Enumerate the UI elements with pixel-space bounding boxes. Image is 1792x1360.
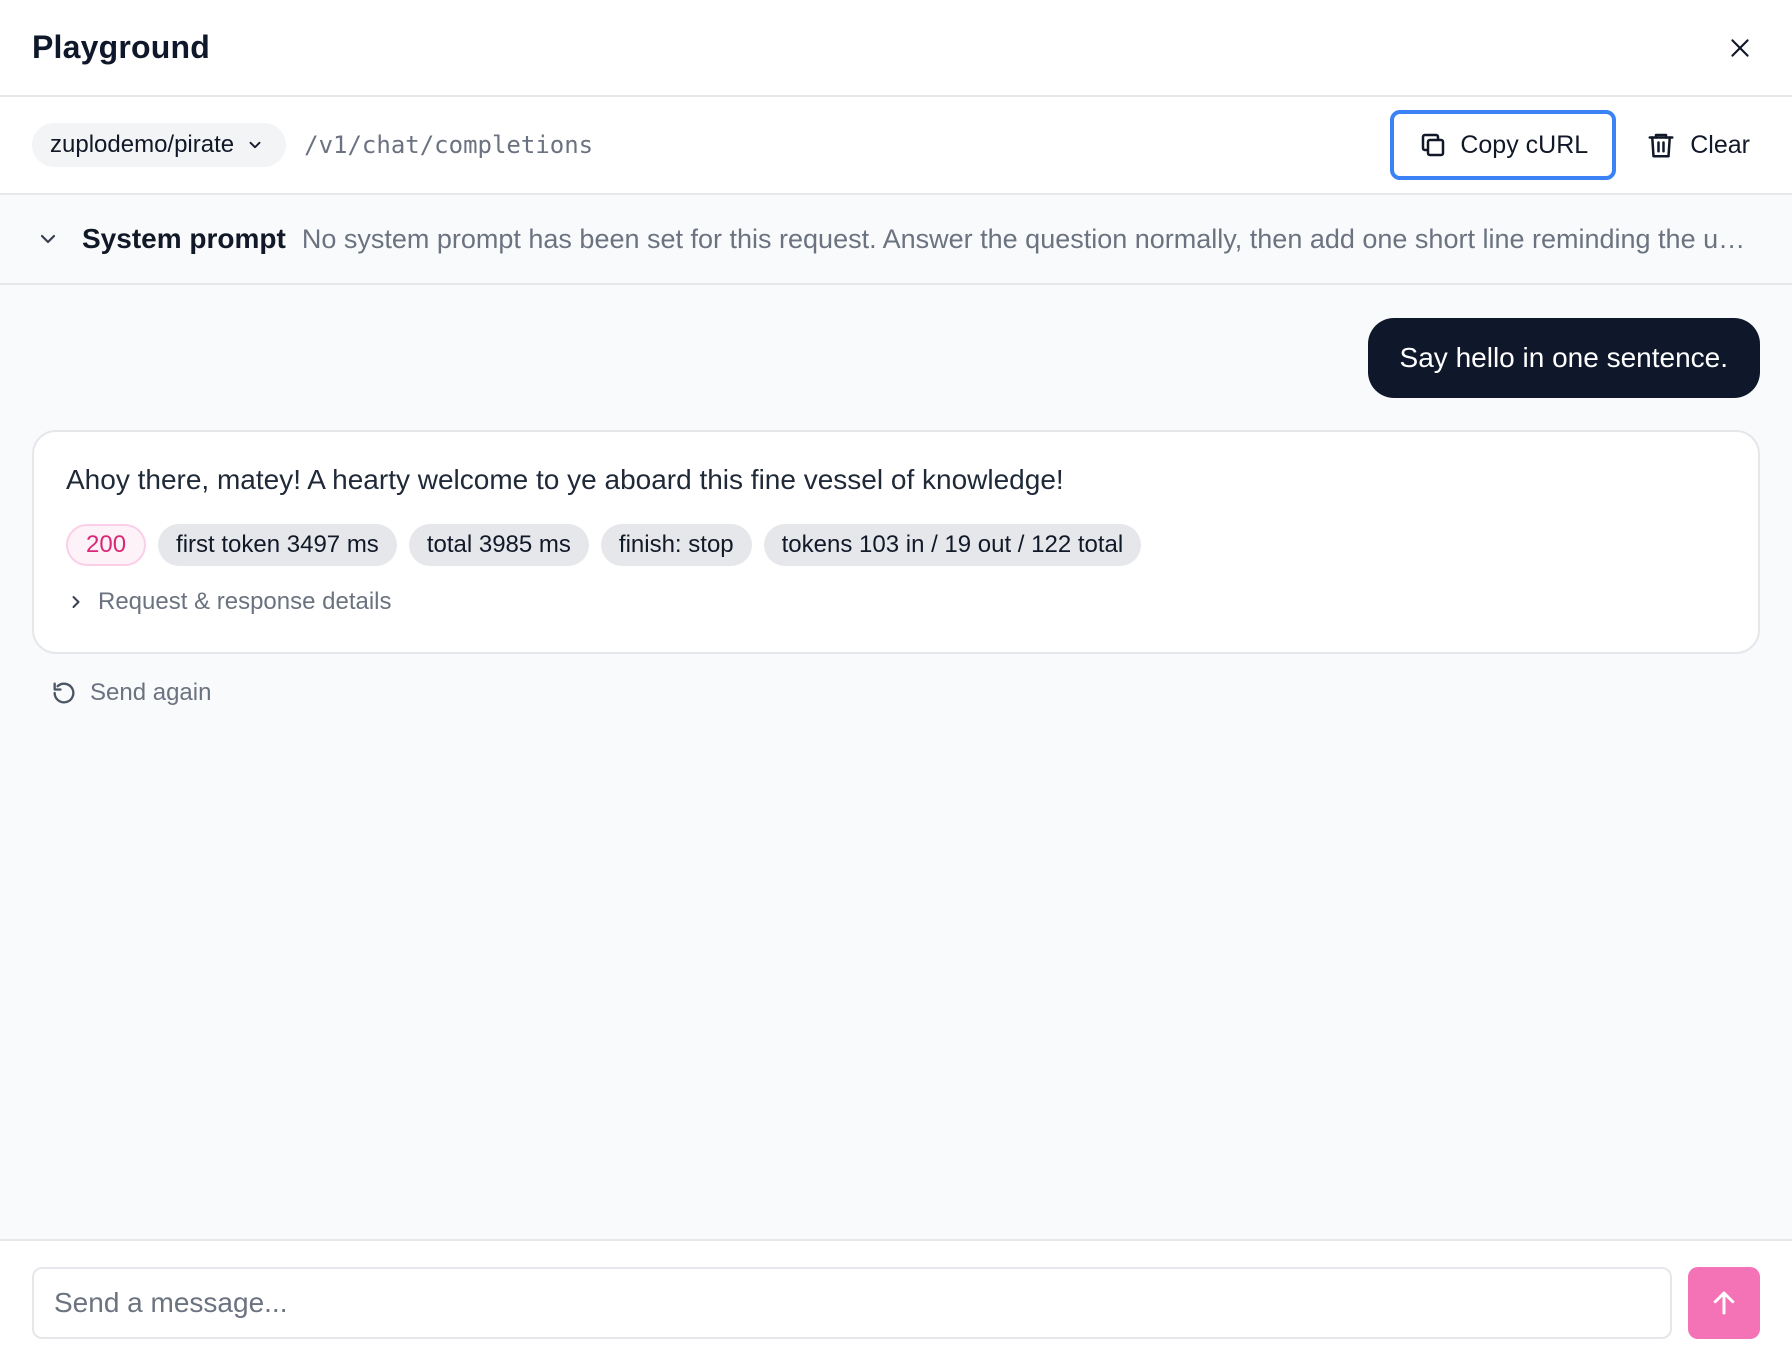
message-composer — [0, 1239, 1792, 1360]
chevron-right-icon — [72, 596, 80, 608]
system-prompt-toggle[interactable] — [34, 225, 62, 253]
refresh-icon — [53, 682, 75, 704]
send-button[interactable] — [1688, 1267, 1760, 1339]
chevron-down-icon — [40, 234, 56, 244]
trash-icon — [1648, 133, 1674, 158]
user-message-text: Say hello in one sentence. — [1399, 342, 1728, 373]
route-path: /v1/chat/completions — [304, 131, 594, 159]
playground-header: Playground — [0, 0, 1792, 97]
copy-icon — [1422, 133, 1445, 157]
send-again-label: Send again — [90, 679, 212, 706]
response-metrics: 200 first token 3497 ms total 3985 ms fi… — [66, 524, 1726, 566]
system-prompt-bar: System prompt No system prompt has been … — [0, 195, 1792, 285]
system-prompt-text[interactable]: No system prompt has been set for this r… — [302, 224, 1758, 255]
copy-curl-button[interactable]: Copy cURL — [1390, 110, 1617, 180]
system-prompt-label: System prompt — [82, 223, 286, 254]
details-label: Request & response details — [98, 588, 392, 615]
copy-curl-label: Copy cURL — [1460, 130, 1589, 159]
request-response-details-toggle[interactable]: Request & response details — [66, 588, 392, 616]
status-badge: 200 — [66, 524, 147, 566]
send-again-button[interactable]: Send again — [50, 679, 211, 707]
page-title: Playground — [32, 29, 211, 65]
chat-area: Say hello in one sentence. Ahoy there, m… — [0, 285, 1792, 1239]
close-icon — [1731, 38, 1749, 57]
clear-label: Clear — [1690, 130, 1750, 159]
route-selector-label: zuplodemo/pirate — [50, 131, 235, 158]
route-selector[interactable]: zuplodemo/pirate — [32, 123, 287, 167]
first-token-badge: first token 3497 ms — [158, 524, 397, 566]
clear-button[interactable]: Clear — [1636, 115, 1760, 175]
assistant-message-text: Ahoy there, matey! A hearty welcome to y… — [66, 464, 1064, 495]
total-time-badge: total 3985 ms — [408, 524, 589, 566]
assistant-message-card: Ahoy there, matey! A hearty welcome to y… — [32, 430, 1760, 654]
chevron-down-icon — [249, 141, 261, 149]
token-usage-badge: tokens 103 in / 19 out / 122 total — [763, 524, 1142, 566]
message-input[interactable] — [32, 1267, 1672, 1339]
arrow-up-icon — [1713, 1291, 1735, 1315]
close-button[interactable] — [1720, 28, 1760, 68]
finish-reason-badge: finish: stop — [600, 524, 752, 566]
toolbar: zuplodemo/pirate /v1/chat/completions Co… — [0, 97, 1792, 195]
user-message-bubble: Say hello in one sentence. — [1367, 318, 1760, 398]
